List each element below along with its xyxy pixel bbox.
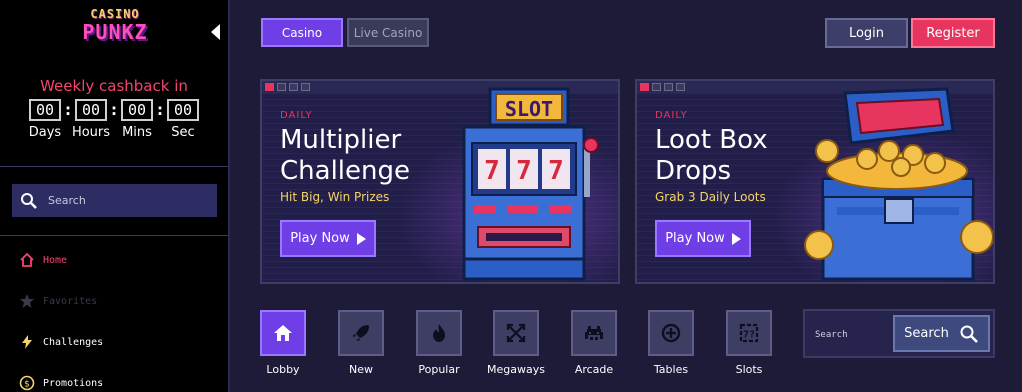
fire-icon [416, 310, 462, 356]
star-icon [18, 292, 36, 310]
promo-kicker: DAILY [280, 110, 313, 121]
play-now-button[interactable]: Play Now [655, 220, 751, 257]
play-icon [356, 232, 366, 245]
sidebar-item-label: Home [43, 254, 68, 266]
slot-sign-text: SLOT [505, 97, 553, 121]
casino-punkz-logo[interactable]: CASINO PUNKZ [72, 8, 158, 46]
svg-text:7?: 7? [743, 330, 755, 341]
sidebar-item-label: Promotions [43, 377, 104, 389]
category-label: New [349, 363, 373, 376]
sidebar-item-home[interactable]: Home [18, 251, 67, 269]
reel-symbol: 7 [548, 156, 564, 186]
tab-casino[interactable]: Casino [261, 18, 343, 47]
countdown-value: 00 [167, 99, 199, 121]
home-icon [260, 310, 306, 356]
category-tables[interactable]: Tables [641, 310, 701, 376]
category-arcade[interactable]: Arcade [564, 310, 624, 376]
promo-card-multiplier[interactable]: DAILY Multiplier Challenge Hit Big, Win … [260, 79, 620, 284]
dollar-coin-icon: $ [18, 374, 36, 392]
sidebar-item-promotions[interactable]: $ Promotions [18, 374, 103, 392]
sidebar-search-placeholder: Search [48, 194, 86, 207]
countdown-label: Hours [71, 125, 111, 140]
play-now-button[interactable]: Play Now [280, 220, 376, 257]
search-icon [21, 192, 37, 209]
svg-text:$: $ [24, 380, 30, 390]
countdown-value: 00 [29, 99, 61, 121]
promo-title-line: Loot Box [655, 125, 768, 155]
slot-reel-icon: 7? [726, 310, 772, 356]
slot-machine-illustration: SLOT 7 7 7 [462, 87, 599, 281]
rocket-icon [338, 310, 384, 356]
reel-symbol: 7 [484, 156, 500, 186]
space-invader-icon [571, 310, 617, 356]
promo-title: Multiplier Challenge [280, 125, 410, 187]
countdown-days: 00 Days [28, 99, 62, 140]
lightning-icon [18, 333, 36, 351]
countdown-separator: : [157, 101, 163, 119]
promo-subtitle: Hit Big, Win Prizes [280, 190, 390, 204]
category-lobby[interactable]: Lobby [253, 310, 313, 376]
tab-live-casino[interactable]: Live Casino [347, 18, 429, 47]
cashback-title: Weekly cashback in [40, 77, 188, 95]
sidebar: CASINO PUNKZ Weekly cashback in 00 Days … [0, 0, 230, 392]
play-icon [731, 232, 741, 245]
category-label: Tables [653, 363, 689, 376]
divider [0, 166, 228, 167]
category-popular[interactable]: Popular [409, 310, 469, 376]
reel-symbol: 7 [516, 156, 532, 186]
countdown-mins: 00 Mins [120, 99, 154, 140]
category-label: Megaways [487, 363, 545, 376]
search-icon [960, 325, 978, 343]
category-label: Slots [735, 363, 763, 376]
promo-title: Loot Box Drops [655, 125, 768, 187]
divider [0, 235, 228, 236]
play-now-label: Play Now [290, 231, 350, 246]
sidebar-item-label: Challenges [43, 336, 104, 348]
sidebar-item-challenges[interactable]: Challenges [18, 333, 103, 351]
sidebar-item-label: Favorites [43, 295, 98, 307]
promo-title-line: Challenge [280, 156, 410, 186]
countdown-label: Sec [171, 125, 195, 140]
sidebar-item-favorites[interactable]: Favorites [18, 292, 97, 310]
category-label: Arcade [574, 363, 614, 376]
game-search-input[interactable]: Search [815, 330, 848, 340]
arrows-out-icon [493, 310, 539, 356]
countdown-label: Mins [122, 125, 152, 140]
category-label: Popular [418, 363, 460, 376]
register-button[interactable]: Register [911, 18, 995, 48]
countdown-value: 00 [121, 99, 153, 121]
casino-tabs: Casino Live Casino [261, 18, 429, 47]
play-now-label: Play Now [665, 231, 725, 246]
countdown-separator: : [111, 101, 117, 119]
poker-chip-icon [648, 310, 694, 356]
login-button[interactable]: Login [825, 18, 908, 48]
sidebar-search-input[interactable]: Search [12, 184, 217, 217]
countdown-label: Days [28, 125, 62, 140]
game-search-button[interactable]: Search [893, 315, 990, 352]
promo-title-line: Drops [655, 156, 732, 186]
logo-line-2: PUNKZ [82, 20, 148, 44]
category-slots[interactable]: 7? Slots [719, 310, 779, 376]
category-new[interactable]: New [331, 310, 391, 376]
collapse-sidebar-icon[interactable] [211, 24, 220, 40]
game-search-button-label: Search [904, 326, 949, 341]
category-megaways[interactable]: Megaways [486, 310, 546, 376]
countdown-value: 00 [75, 99, 107, 121]
category-label: Lobby [266, 363, 300, 376]
game-search: Search Search [803, 309, 995, 358]
cashback-countdown: 00 Days : 00 Hours : 00 Mins : 00 Sec [28, 99, 200, 140]
promo-kicker: DAILY [655, 110, 688, 121]
promo-subtitle: Grab 3 Daily Loots [655, 190, 766, 204]
promo-title-line: Multiplier [280, 125, 402, 155]
countdown-separator: : [65, 101, 71, 119]
promo-card-loot-box[interactable]: DAILY Loot Box Drops Grab 3 Daily Loots … [635, 79, 995, 284]
countdown-hours: 00 Hours [71, 99, 111, 140]
home-icon [18, 251, 36, 269]
countdown-sec: 00 Sec [166, 99, 200, 140]
treasure-chest-illustration [804, 87, 993, 281]
